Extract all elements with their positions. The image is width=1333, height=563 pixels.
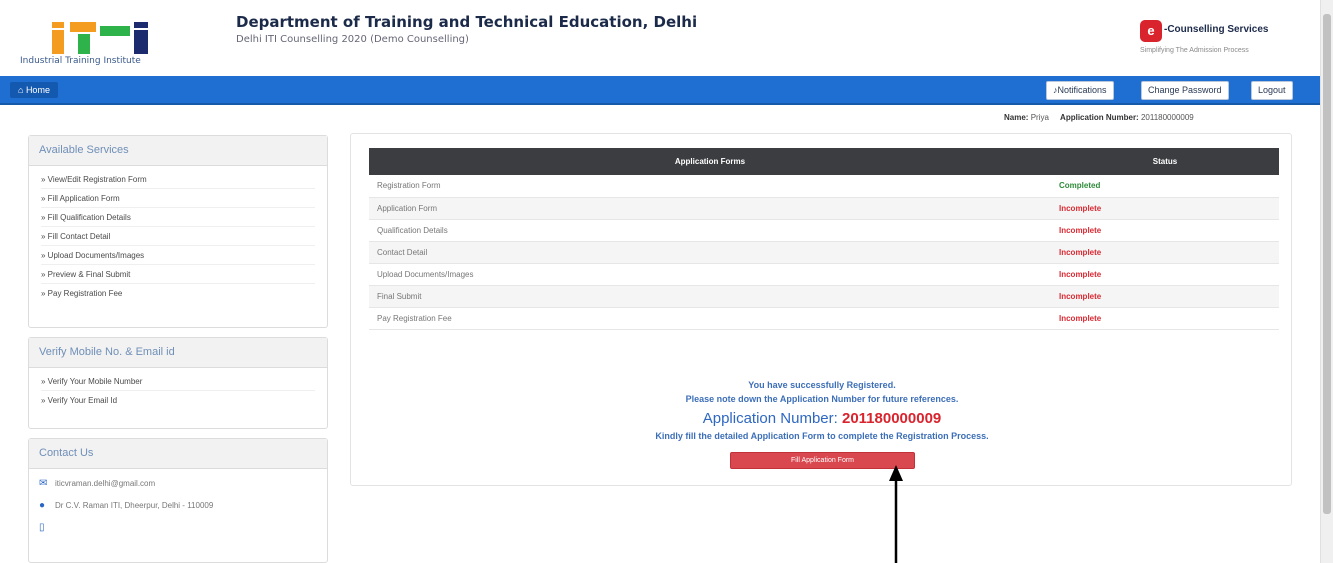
logo-caption: Industrial Training Institute xyxy=(20,56,141,66)
column-header-status: Status xyxy=(1051,148,1279,175)
home-label: Home xyxy=(25,85,50,95)
services-list: » View/Edit Registration Form » Fill App… xyxy=(29,166,327,307)
page-subtitle: Delhi ITI Counselling 2020 (Demo Counsel… xyxy=(236,34,469,45)
sidebar-item-fill-qualification[interactable]: » Fill Qualification Details xyxy=(41,208,315,227)
page-title: Department of Training and Technical Edu… xyxy=(236,13,698,31)
status-cell: Incomplete xyxy=(1051,285,1279,308)
envelope-icon: ✉ xyxy=(39,478,48,489)
brand-name: -Counselling Services xyxy=(1164,24,1269,35)
form-name-cell: Upload Documents/Images xyxy=(369,263,1051,286)
instruction-message: Kindly fill the detailed Application For… xyxy=(655,431,989,441)
panel-title: Verify Mobile No. & Email id xyxy=(29,338,327,368)
phone-icon: ▯ xyxy=(39,522,45,533)
page-scrollbar[interactable] xyxy=(1320,0,1333,563)
user-name: Priya xyxy=(1030,113,1049,122)
contact-email-row: ✉ iticvraman.delhi@gmail.com xyxy=(29,473,327,495)
table-row: Pay Registration Fee Incomplete xyxy=(369,307,1279,330)
application-number-heading: Application Number: 201180000009 xyxy=(351,410,1293,427)
application-number-label: Application Number: xyxy=(1060,113,1139,122)
e-counselling-logo: e -Counselling Services Simplifying The … xyxy=(1140,20,1320,64)
logout-button[interactable]: Logout xyxy=(1251,81,1293,100)
sidebar-item-upload-documents[interactable]: » Upload Documents/Images xyxy=(41,246,315,265)
contact-address-row: ● Dr C.V. Raman ITI, Dheerpur, Delhi - 11… xyxy=(29,495,327,517)
status-cell: Incomplete xyxy=(1051,241,1279,264)
user-info-line: Name: Priya Application Number: 20118000… xyxy=(1004,113,1194,122)
sidebar-item-verify-email[interactable]: » Verify Your Email Id xyxy=(41,391,315,410)
annotation-arrow-icon xyxy=(889,465,903,563)
table-row: Upload Documents/Images Incomplete xyxy=(369,263,1279,286)
form-name-cell: Final Submit xyxy=(369,285,1051,308)
site-header: Industrial Training Institute Department… xyxy=(0,0,1320,76)
verify-panel: Verify Mobile No. & Email id » Verify Yo… xyxy=(28,337,328,429)
table-row: Registration Form Completed xyxy=(369,175,1279,198)
name-label: Name: xyxy=(1004,113,1029,122)
contact-phone-row: ▯ xyxy=(29,517,327,539)
sidebar-item-pay-registration-fee[interactable]: » Pay Registration Fee xyxy=(41,284,315,303)
application-number-heading-label: Application Number: xyxy=(702,410,838,427)
application-status-table: Application Forms Status Registration Fo… xyxy=(369,148,1279,330)
verify-list: » Verify Your Mobile Number » Verify You… xyxy=(29,368,327,414)
form-name-cell: Pay Registration Fee xyxy=(369,307,1051,330)
form-name-cell: Registration Form xyxy=(369,175,1051,198)
available-services-panel: Available Services » View/Edit Registrat… xyxy=(28,135,328,328)
sidebar-item-fill-application[interactable]: » Fill Application Form xyxy=(41,189,315,208)
change-password-button[interactable]: Change Password xyxy=(1141,81,1229,100)
column-header-forms: Application Forms xyxy=(369,148,1051,175)
notifications-label: Notifications xyxy=(1057,85,1107,95)
iti-logo: Industrial Training Institute xyxy=(20,22,190,70)
main-content-panel: Application Forms Status Registration Fo… xyxy=(350,133,1292,486)
success-message: You have successfully Registered. xyxy=(748,380,896,390)
panel-title: Available Services xyxy=(29,136,327,166)
status-cell: Incomplete xyxy=(1051,263,1279,286)
brand-mark-icon: e xyxy=(1140,20,1162,42)
contact-address: Dr C.V. Raman ITI, Dheerpur, Delhi - 110… xyxy=(55,501,214,510)
sidebar-item-fill-contact[interactable]: » Fill Contact Detail xyxy=(41,227,315,246)
status-cell: Incomplete xyxy=(1051,307,1279,330)
table-row: Final Submit Incomplete xyxy=(369,285,1279,308)
iti-logo-mark xyxy=(52,22,162,54)
note-message: Please note down the Application Number … xyxy=(685,394,959,404)
brand-tagline: Simplifying The Admission Process xyxy=(1140,47,1249,54)
status-cell: Completed xyxy=(1051,175,1279,198)
page: Industrial Training Institute Department… xyxy=(0,0,1333,563)
home-button[interactable]: ⌂ Home xyxy=(10,82,58,98)
form-name-cell: Application Form xyxy=(369,197,1051,220)
table-row: Qualification Details Incomplete xyxy=(369,219,1279,242)
status-cell: Incomplete xyxy=(1051,197,1279,220)
sidebar-item-verify-mobile[interactable]: » Verify Your Mobile Number xyxy=(41,372,315,391)
application-number-value: 201180000009 xyxy=(841,410,942,427)
sidebar-item-preview-final-submit[interactable]: » Preview & Final Submit xyxy=(41,265,315,284)
scrollbar-thumb[interactable] xyxy=(1323,14,1331,514)
user-application-number: 201180000009 xyxy=(1140,113,1194,122)
map-marker-icon: ● xyxy=(39,500,46,511)
table-header-row: Application Forms Status xyxy=(369,148,1279,175)
home-icon: ⌂ xyxy=(18,85,26,95)
contact-email[interactable]: iticvraman.delhi@gmail.com xyxy=(55,479,155,488)
panel-title: Contact Us xyxy=(29,439,327,469)
contact-panel: Contact Us ✉ iticvraman.delhi@gmail.com ●… xyxy=(28,438,328,563)
notifications-button[interactable]: ♪Notifications xyxy=(1046,81,1114,100)
table-row: Contact Detail Incomplete xyxy=(369,241,1279,264)
table-row: Application Form Incomplete xyxy=(369,197,1279,220)
status-cell: Incomplete xyxy=(1051,219,1279,242)
form-name-cell: Qualification Details xyxy=(369,219,1051,242)
form-name-cell: Contact Detail xyxy=(369,241,1051,264)
top-nav-bar: ⌂ Home ♪Notifications Change Password Lo… xyxy=(0,76,1320,105)
sidebar-item-view-edit-registration[interactable]: » View/Edit Registration Form xyxy=(41,170,315,189)
